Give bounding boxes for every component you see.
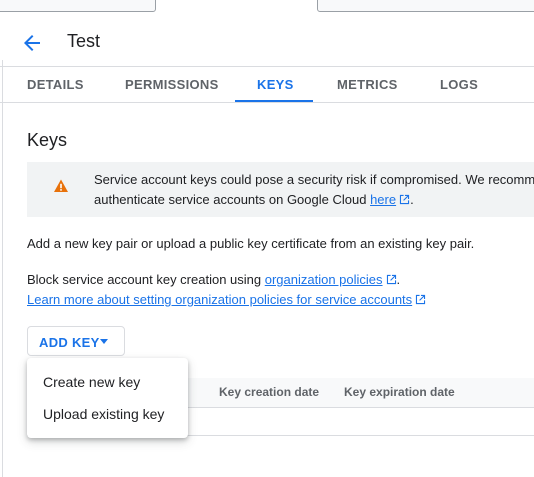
external-link-icon [386,273,397,285]
external-link-icon [399,191,410,205]
block-policy-prefix: Block service account key creation using [27,272,265,287]
tab-permissions[interactable]: PERMISSIONS [125,77,219,92]
learn-more-link[interactable]: Learn more about setting organization po… [27,292,412,307]
left-divider [2,60,3,477]
here-link[interactable]: here [370,192,396,207]
page-title: Test [67,31,101,51]
tab-metrics[interactable]: METRICS [337,77,398,92]
header-divider [0,66,534,67]
arrow-back-icon[interactable] [20,31,44,55]
warning-line-2-text: authenticate service accounts on Google … [94,192,371,207]
warning-line-2: authenticate service accounts on Google … [94,190,534,210]
warning-icon [53,178,69,194]
warning-text: Service account keys could pose a securi… [94,170,534,210]
tab-details[interactable]: DETAILS [27,77,84,92]
column-key-expiration-date: Key expiration date [344,385,455,399]
top-right-field[interactable] [317,0,534,12]
add-key-menu: Create new key Upload existing key [27,358,188,438]
warning-line-2-suffix: . [410,192,414,207]
add-key-label: ADD KEY [39,335,100,350]
tabs-divider [0,102,534,103]
block-policy-text: Block service account key creation using… [27,272,400,287]
chevron-down-icon [100,339,108,344]
external-link-icon [415,293,426,305]
tab-logs[interactable]: LOGS [440,77,478,92]
add-key-button[interactable]: ADD KEY [27,326,125,356]
block-policy-suffix: . [396,272,401,287]
column-key-creation-date: Key creation date [219,385,320,399]
organization-policies-link[interactable]: organization policies [265,272,383,287]
top-left-field[interactable] [0,0,156,12]
description-text: Add a new key pair or upload a public ke… [27,236,475,251]
warning-line-1: Service account keys could pose a securi… [94,172,534,187]
tab-keys[interactable]: KEYS [257,77,294,92]
create-new-key-menu-item[interactable]: Create new key [43,374,140,390]
section-title: Keys [27,130,68,150]
upload-existing-key-menu-item[interactable]: Upload existing key [43,406,164,422]
learn-more-line: Learn more about setting organization po… [27,292,426,307]
